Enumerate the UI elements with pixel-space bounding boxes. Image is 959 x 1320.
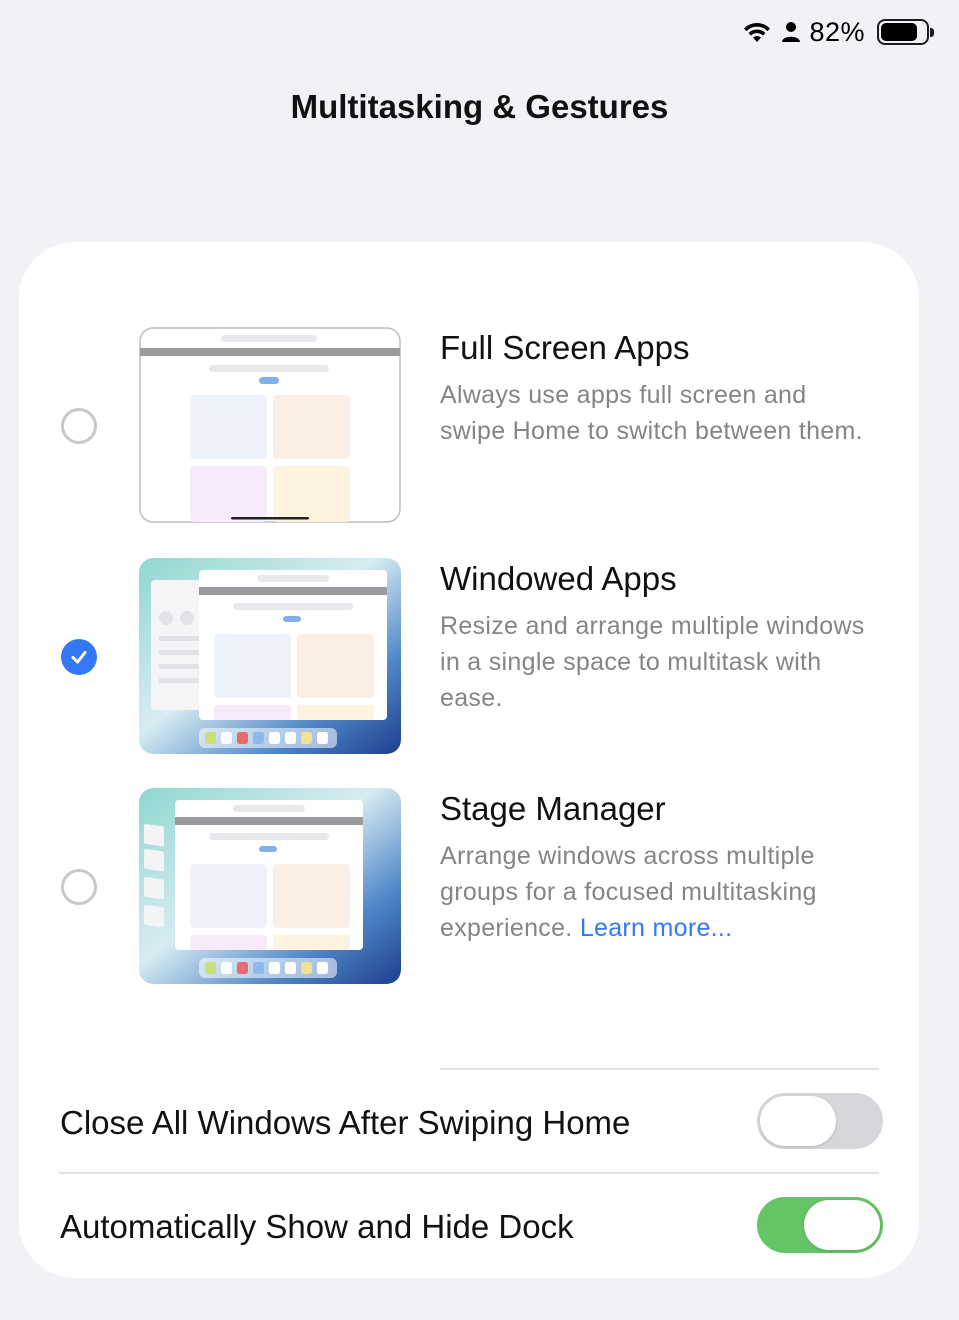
status-bar: 82% — [741, 14, 934, 50]
row-close-all-windows: Close All Windows After Swiping Home — [19, 1077, 919, 1167]
row-label: Automatically Show and Hide Dock — [60, 1208, 574, 1245]
radio-windowed-apps[interactable] — [61, 639, 97, 675]
option-title: Full Screen Apps — [440, 329, 690, 366]
battery-icon — [877, 19, 934, 45]
settings-card: Full Screen Apps Always use apps full sc… — [19, 242, 919, 1278]
radio-full-screen-apps[interactable] — [61, 408, 97, 444]
close-all-windows-toggle[interactable] — [757, 1093, 883, 1149]
battery-percentage: 82% — [809, 16, 865, 47]
option-full-screen-apps[interactable]: Full Screen Apps Always use apps full sc… — [19, 327, 919, 527]
wifi-icon — [744, 22, 771, 42]
windowed-apps-preview-image — [139, 558, 401, 754]
row-label: Close All Windows After Swiping Home — [60, 1104, 631, 1141]
full-screen-apps-preview-image — [139, 327, 401, 523]
radio-stage-manager[interactable] — [61, 869, 97, 905]
toggle-knob — [804, 1200, 880, 1250]
divider — [440, 1068, 879, 1070]
option-title: Windowed Apps — [440, 560, 677, 597]
person-icon — [782, 22, 801, 42]
page-title: Multitasking & Gestures — [290, 88, 669, 125]
option-description: Resize and arrange multiple windows in a… — [440, 612, 865, 712]
battery-fill — [881, 23, 918, 41]
stage-manager-preview-image — [139, 788, 401, 984]
row-auto-hide-dock: Automatically Show and Hide Dock — [19, 1181, 919, 1271]
option-stage-manager[interactable]: Stage Manager Arrange windows across mul… — [19, 788, 919, 988]
option-description: Always use apps full screen and swipe Ho… — [440, 381, 863, 445]
option-description: Arrange windows across multiple groups f… — [440, 838, 870, 946]
auto-hide-dock-toggle[interactable] — [757, 1197, 883, 1253]
option-title: Stage Manager — [440, 790, 666, 827]
option-windowed-apps[interactable]: Windowed Apps Resize and arrange multipl… — [19, 558, 919, 758]
checkmark-icon — [71, 651, 87, 664]
toggle-knob — [760, 1096, 836, 1146]
divider — [59, 1172, 879, 1174]
learn-more-link[interactable]: Learn more... — [580, 914, 733, 942]
